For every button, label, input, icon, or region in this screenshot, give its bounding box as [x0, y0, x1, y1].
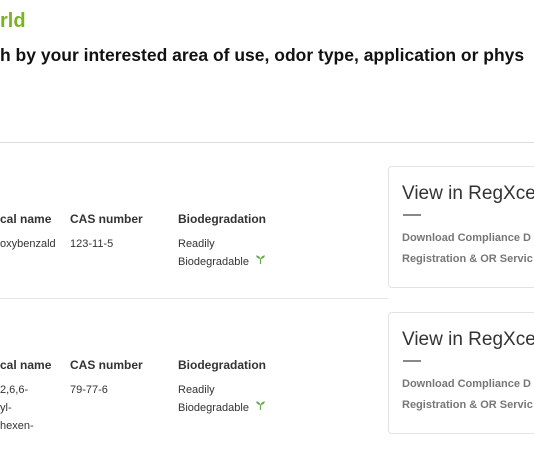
regx-panel: View in RegXce Download Compliance D Reg… [388, 312, 534, 434]
biodegradation-value: Readily Biodegradable [178, 381, 266, 417]
biodegradation-label: Biodegradable [178, 256, 249, 268]
biodegradation-line-2: Biodegradable [178, 399, 266, 417]
header-divider [0, 142, 534, 143]
biodegradation-line: Readily [178, 238, 215, 250]
biodegradation-header: Biodegradation [178, 212, 267, 226]
view-in-regxcellence-link[interactable]: View in RegXce [402, 329, 534, 351]
cas-number-header: CAS number [70, 212, 143, 226]
ingredient-row: cal name CAS number Biodegradation oxybe… [0, 166, 534, 288]
registration-services-link[interactable]: Registration & OR Servic [402, 253, 533, 265]
chemical-name-header: cal name [0, 358, 52, 372]
page: rld h by your interested area of use, od… [0, 0, 534, 462]
chemical-name-line: hexen- [0, 420, 34, 432]
leaf-sprout-icon [255, 399, 266, 417]
regx-panel: View in RegXce Download Compliance D Reg… [388, 166, 534, 288]
cas-number-value: 123-11-5 [70, 238, 114, 250]
chemical-name-value: oxybenzald [0, 235, 56, 253]
row-divider [0, 298, 388, 299]
download-compliance-link[interactable]: Download Compliance D [402, 378, 531, 390]
biodegradation-line: Readily [178, 384, 215, 396]
biodegradation-line-2: Biodegradable [178, 253, 266, 271]
ingredient-row: cal name CAS number Biodegradation 2,6,6… [0, 312, 534, 435]
biodegradation-header: Biodegradation [178, 358, 267, 372]
chemical-name-line: oxybenzald [0, 238, 56, 250]
cas-number-header: CAS number [70, 358, 143, 372]
chemical-name-header: cal name [0, 212, 52, 226]
biodegradation-value: Readily Biodegradable [178, 235, 266, 271]
view-in-regxcellence-link[interactable]: View in RegXce [402, 183, 534, 205]
title-underline [403, 360, 421, 362]
search-instructions: h by your interested area of use, odor t… [0, 45, 525, 65]
chemical-name-value: 2,6,6- yl- hexen- [0, 381, 34, 435]
biodegradation-label: Biodegradable [178, 402, 249, 414]
registration-services-link[interactable]: Registration & OR Servic [402, 399, 533, 411]
section-title: rld [0, 10, 26, 32]
title-underline [403, 214, 421, 216]
cas-number-value: 79-77-6 [70, 384, 108, 396]
leaf-sprout-icon [255, 253, 266, 271]
chemical-name-line: yl- [0, 402, 12, 414]
chemical-name-line: 2,6,6- [0, 384, 29, 396]
download-compliance-link[interactable]: Download Compliance D [402, 232, 531, 244]
